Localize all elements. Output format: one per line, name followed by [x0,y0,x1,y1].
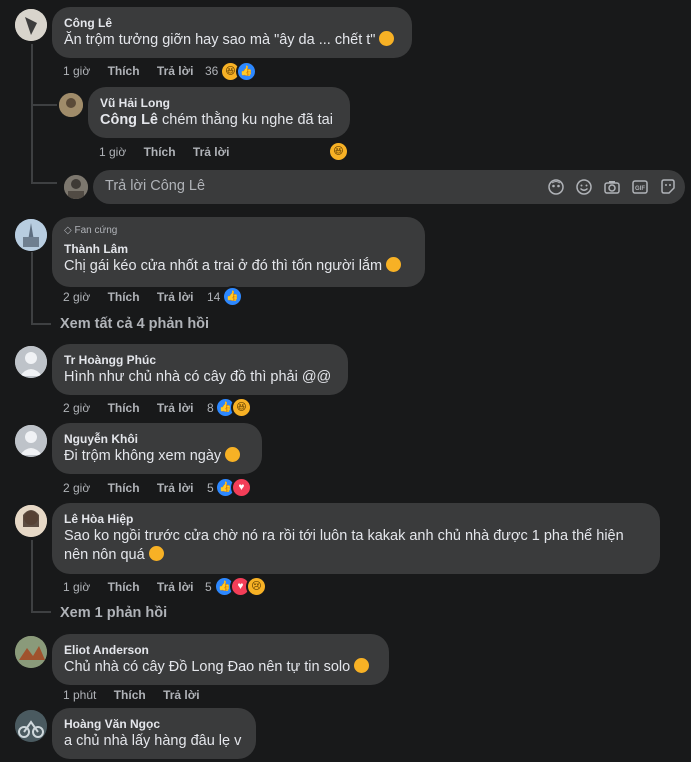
comment-bubble: Lê Hòa Hiệp Sao ko ngồi trước cửa chờ nó… [52,503,660,574]
haha-reaction-icon[interactable]: 😆 [328,141,349,162]
scream-emoji-icon [386,257,402,272]
fan-badge: ◇ Fan cứng [64,225,118,236]
reaction-count[interactable]: 8 [207,400,214,416]
comment-author[interactable]: Nguyễn Khôi [64,431,250,447]
haha-reaction-icon: 😆 [231,397,252,418]
comment-text: chém thằng ku nghe đã tai [158,112,333,128]
like-button[interactable]: Thích [108,401,140,415]
thread-line [31,182,57,184]
avatar[interactable] [15,219,47,251]
comment-actions: 2 giờ Thích Trả lời [63,400,207,416]
reaction-count[interactable]: 5 [205,579,212,595]
comment-actions: 1 giờ Thích Trả lời [63,579,207,595]
comment-text: a chủ nhà lấy hàng đâu lẹ v [64,733,242,749]
avatar[interactable] [15,425,47,457]
diamond-icon: ◇ [64,225,72,236]
comment-author[interactable]: Thành Lâm [64,241,413,257]
reply-button[interactable]: Trả lời [157,401,194,415]
svg-text:GIF: GIF [635,186,645,192]
comment-bubble: ◇ Fan cứng Thành Lâm Chị gái kéo cửa nhố… [52,217,425,287]
comment-bubble: Công Lê Ăn trộm tưởng giỡn hay sao mà "â… [52,7,412,58]
like-button[interactable]: Thích [108,580,140,594]
gif-icon[interactable]: GIF [632,179,648,195]
thread-line [31,540,33,612]
comment-actions: 1 giờ Thích Trả lời [99,144,243,160]
thread-line [31,44,33,184]
comment-time[interactable]: 2 giờ [63,481,90,495]
reaction-count[interactable]: 5 [207,480,214,496]
reply-button[interactable]: Trả lời [157,64,194,78]
reaction-count[interactable]: 14 [207,289,220,305]
comment-bubble: Tr Hoàngg Phúc Hình như chủ nhà có cây đ… [52,344,348,395]
like-button[interactable]: Thích [108,290,140,304]
view-replies-link[interactable]: Xem tất cả 4 phản hồi [60,316,209,332]
comment-time[interactable]: 2 giờ [63,401,90,415]
comment-author[interactable]: Công Lê [64,15,400,31]
avatar[interactable] [59,93,83,117]
comment-author[interactable]: Hoàng Văn Ngọc [64,716,244,732]
comment-actions: 1 giờ Thích Trả lời [63,63,207,79]
emoji-icon[interactable] [576,179,592,195]
comment-text: Đi trộm không xem ngày [64,448,222,464]
comment-author[interactable]: Lê Hòa Hiệp [64,511,648,527]
view-replies-link[interactable]: Xem 1 phản hồi [60,605,167,621]
grin-sweat-emoji-icon [225,447,241,462]
rofl-emoji-icon [354,658,370,673]
avatar[interactable] [15,710,47,742]
comment-text: Ăn trộm tưởng giỡn hay sao mà "ây da ...… [64,32,376,48]
like-reaction-icon: 👍 [236,61,257,82]
reply-button[interactable]: Trả lời [157,290,194,304]
comment-text: nên nôn quá [64,547,145,563]
reply-button[interactable]: Trả lời [193,145,230,159]
comment-text: Sao ko ngồi trước cửa chờ nó ra rồi tới … [64,528,624,544]
avatar-sticker-icon[interactable] [548,179,564,195]
comment-bubble: Vũ Hải Long Công Lê chém thằng ku nghe đ… [88,87,350,138]
comment-author[interactable]: Eliot Anderson [64,642,377,658]
like-button[interactable]: Thích [114,688,146,702]
comment-time[interactable]: 1 phút [63,688,96,702]
camera-icon[interactable] [604,179,620,195]
like-button[interactable]: Thích [108,481,140,495]
mention-link[interactable]: Công Lê [100,112,158,128]
thread-line [31,323,51,325]
comment-bubble: Nguyễn Khôi Đi trộm không xem ngày [52,423,262,474]
avatar[interactable] [15,346,47,378]
reply-button[interactable]: Trả lời [157,580,194,594]
comment-text: Chủ nhà có cây Đồ Long Đao nên tự tin so… [64,659,351,675]
like-button[interactable]: Thích [108,64,140,78]
comment-actions: 1 phút Thích Trả lời [63,687,214,703]
comment-author[interactable]: Vũ Hải Long [100,95,338,111]
comment-time[interactable]: 1 giờ [99,145,126,159]
comment-time[interactable]: 1 giờ [63,64,90,78]
reply-input[interactable]: Trả lời Công Lê GIF [93,170,685,204]
comment-time[interactable]: 1 giờ [63,580,90,594]
sad-reaction-icon: 😢 [246,576,267,597]
avatar[interactable] [15,505,47,537]
comment-actions: 2 giờ Thích Trả lời [63,289,207,305]
comment-actions: 2 giờ Thích Trả lời [63,480,207,496]
reply-button[interactable]: Trả lời [157,481,194,495]
current-user-avatar [64,175,88,199]
reply-button[interactable]: Trả lời [163,688,200,702]
comment-bubble: Eliot Anderson Chủ nhà có cây Đồ Long Đa… [52,634,389,685]
like-button[interactable]: Thích [144,145,176,159]
comment-text: Hình như chủ nhà có cây đồ thì phải @@ [64,369,332,385]
comment-text: Chị gái kéo cửa nhốt a trai ở đó thì tốn… [64,258,383,274]
reply-placeholder: Trả lời Công Lê [105,178,206,194]
thread-line [31,252,33,324]
smile-emoji-icon [148,546,164,561]
love-reaction-icon: ♥ [231,477,252,498]
rofl-emoji-icon [379,31,395,46]
sticker-icon[interactable] [660,179,676,195]
comment-bubble: Hoàng Văn Ngọc a chủ nhà lấy hàng đâu lẹ… [52,708,256,759]
thread-line [31,104,57,106]
avatar[interactable] [15,636,47,668]
avatar[interactable] [15,9,47,41]
reaction-count[interactable]: 36 [205,63,218,79]
comment-author[interactable]: Tr Hoàngg Phúc [64,352,336,368]
like-reaction-icon: 👍 [222,286,243,307]
thread-line [31,611,51,613]
comment-time[interactable]: 2 giờ [63,290,90,304]
